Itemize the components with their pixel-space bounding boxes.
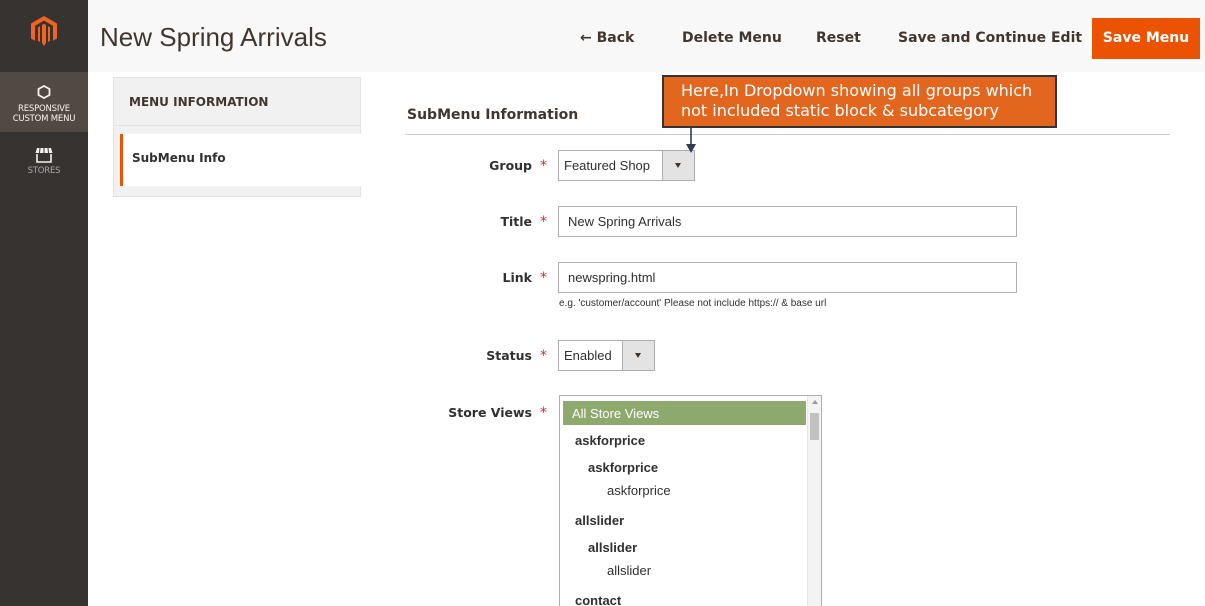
- sidebar-item-label: STORES: [27, 166, 61, 176]
- link-note: e.g. 'customer/account' Please not inclu…: [559, 298, 827, 309]
- save-and-continue-button[interactable]: Save and Continue Edit: [898, 30, 1082, 46]
- sidebar-item-responsive-custom-menu[interactable]: RESPONSIVE CUSTOM MENU: [0, 72, 88, 132]
- required-mark: *: [540, 214, 547, 230]
- group-label: Group: [489, 158, 532, 173]
- magento-logo[interactable]: [0, 0, 88, 72]
- store-view-option[interactable]: All Store Views: [563, 401, 806, 425]
- required-mark: *: [540, 348, 547, 364]
- tabs-heading-label: MENU INFORMATION: [129, 95, 269, 109]
- scroll-thumb[interactable]: [810, 413, 819, 440]
- scroll-up-icon[interactable]: [812, 400, 818, 404]
- store-views-label: Store Views: [448, 405, 532, 420]
- section-title: SubMenu Information: [407, 107, 579, 123]
- store-view-option[interactable]: contact: [563, 588, 806, 606]
- store-view-option[interactable]: allslider: [563, 558, 806, 582]
- link-label: Link: [502, 270, 532, 285]
- required-mark: *: [540, 405, 547, 421]
- title-input-value: New Spring Arrivals: [568, 214, 682, 229]
- menu-information-tabs: MENU INFORMATION SubMenu Info: [113, 77, 361, 197]
- save-menu-button[interactable]: Save Menu: [1092, 18, 1200, 59]
- reset-button[interactable]: Reset: [816, 30, 861, 46]
- title-input[interactable]: New Spring Arrivals: [558, 206, 1017, 237]
- annotation-callout: Here,In Dropdown showing all groups whic…: [662, 75, 1057, 128]
- delete-menu-button[interactable]: Delete Menu: [682, 30, 782, 46]
- admin-page: RESPONSIVE CUSTOM MENU STORES New Spring…: [0, 0, 1205, 606]
- tab-submenu-info[interactable]: SubMenu Info: [120, 134, 361, 186]
- hexagon-icon: [37, 85, 51, 99]
- scrollbar[interactable]: [807, 396, 821, 606]
- group-select-value: Featured Shop: [564, 158, 651, 173]
- store-icon: [35, 147, 53, 163]
- status-select-value: Enabled: [564, 348, 612, 363]
- annotation-text: Here,In Dropdown showing all groups whic…: [681, 81, 1033, 120]
- link-input-value: newspring.html: [568, 270, 656, 285]
- status-select[interactable]: Enabled: [558, 340, 655, 371]
- status-label: Status: [486, 348, 532, 363]
- page-title: New Spring Arrivals: [100, 22, 327, 52]
- sidebar-item-stores[interactable]: STORES: [0, 134, 88, 184]
- link-input[interactable]: newspring.html: [558, 262, 1017, 293]
- section-divider: [405, 134, 1170, 135]
- title-label: Title: [500, 214, 532, 229]
- store-view-option[interactable]: askforprice: [563, 478, 806, 502]
- chevron-down-icon: [662, 151, 694, 180]
- back-button[interactable]: ← Back: [580, 30, 634, 46]
- sidebar-item-label: RESPONSIVE: [18, 104, 70, 114]
- tab-label: SubMenu Info: [132, 151, 226, 165]
- store-view-option[interactable]: askforprice: [563, 455, 806, 479]
- required-mark: *: [540, 270, 547, 286]
- store-views-multiselect[interactable]: All Store Views askforprice askforprice …: [559, 395, 822, 606]
- store-view-option[interactable]: askforprice: [563, 428, 806, 452]
- store-view-option[interactable]: allslider: [563, 535, 806, 559]
- group-select[interactable]: Featured Shop: [558, 150, 695, 181]
- sidebar-item-label: CUSTOM MENU: [12, 114, 76, 124]
- magento-logo-icon: [31, 16, 57, 46]
- required-mark: *: [540, 158, 547, 174]
- chevron-down-icon: [622, 341, 654, 370]
- page-header: New Spring Arrivals ← Back Delete Menu R…: [88, 0, 1205, 72]
- tabs-heading: MENU INFORMATION: [114, 78, 361, 126]
- store-view-option[interactable]: allslider: [563, 508, 806, 532]
- arrow-down-icon: [686, 126, 696, 153]
- admin-sidebar: RESPONSIVE CUSTOM MENU STORES: [0, 0, 88, 606]
